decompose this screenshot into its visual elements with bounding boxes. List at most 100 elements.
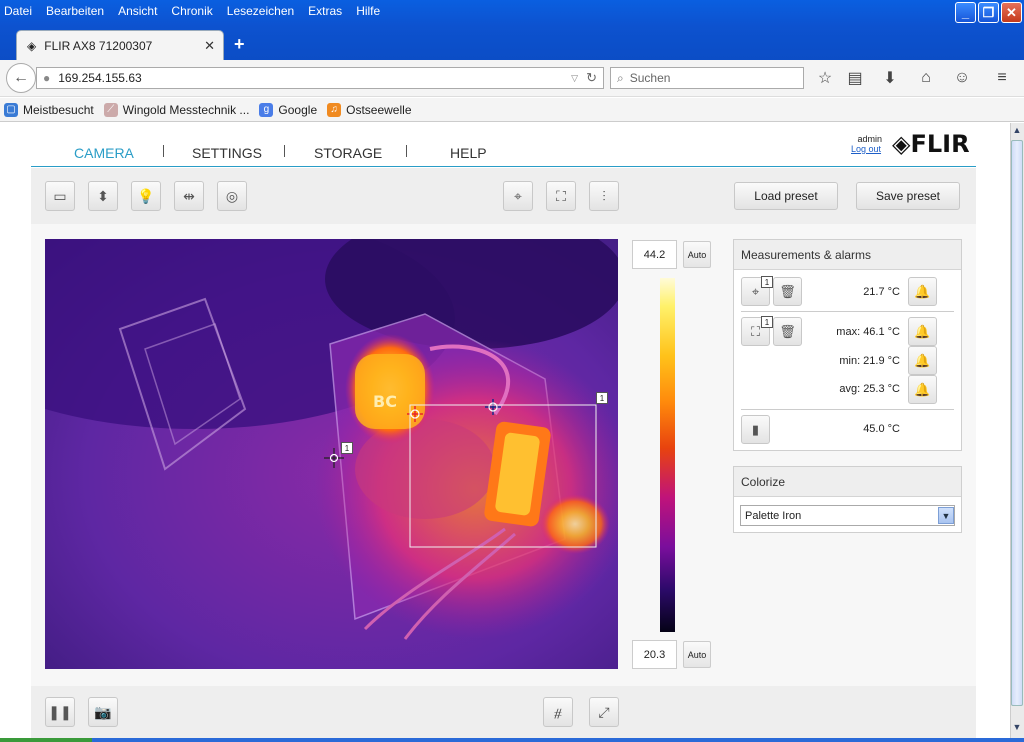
download-icon[interactable]: ⬇ — [879, 68, 901, 88]
delete-box-button[interactable]: 🗑 — [773, 317, 802, 346]
horizontal-flip-button[interactable]: ⇹ — [174, 181, 204, 211]
spot-tool-icon: ⌖ — [751, 283, 760, 299]
box-tool-button[interactable]: ⛶ — [546, 181, 576, 211]
scale-max-input[interactable]: 44.2 — [632, 240, 677, 269]
vertical-flip-icon: ⬍ — [97, 187, 109, 204]
no-overlay-icon: ⧣ — [554, 703, 562, 720]
nav-separator — [406, 145, 407, 157]
spot-alarm-button[interactable]: 🔔 — [908, 277, 937, 306]
flir-favicon-icon: ◈ — [27, 38, 37, 53]
shutter-button[interactable]: ◎ — [217, 181, 247, 211]
maximize-button[interactable]: ❐ — [978, 2, 999, 23]
bookmark-meistbesucht[interactable]: ▢ Meistbesucht — [4, 102, 94, 117]
palette-selected-value: Palette Iron — [745, 509, 802, 522]
menu-chronik[interactable]: Chronik — [171, 4, 212, 18]
dropdown-arrow-icon[interactable]: ▽ — [571, 73, 578, 84]
auto-min-button[interactable]: Auto — [683, 641, 711, 668]
box-index-label: 1 — [596, 392, 608, 404]
tab-close-icon[interactable]: ✕ — [204, 38, 215, 54]
internal-temp-button[interactable]: ▮ — [741, 415, 770, 444]
close-window-button[interactable]: ✕ — [1001, 2, 1022, 23]
google-icon: g — [259, 102, 274, 117]
tab-settings[interactable]: SETTINGS — [192, 145, 262, 161]
menu-datei[interactable]: Datei — [4, 4, 32, 18]
adjust-button[interactable]: ⫶ — [589, 181, 619, 211]
browser-tab[interactable]: ◈ FLIR AX8 71200307 ✕ — [16, 30, 224, 60]
bookmark-ostseewelle[interactable]: ♫ Ostseewelle — [327, 102, 412, 117]
scroll-down-icon[interactable]: ▼ — [1011, 722, 1023, 736]
minimize-button[interactable]: _ — [955, 2, 976, 23]
chevron-down-icon[interactable]: ▼ — [938, 507, 954, 524]
scroll-up-icon[interactable]: ▲ — [1011, 125, 1023, 139]
bell-icon: 🔔 — [914, 352, 931, 368]
internal-temp-value: 45.0 °C — [863, 423, 900, 435]
menu-ansicht[interactable]: Ansicht — [118, 4, 157, 18]
scrollbar-thumb[interactable] — [1011, 140, 1023, 706]
bell-icon: 🔔 — [914, 323, 931, 339]
thermal-image[interactable]: BC 1 1 — [45, 239, 618, 669]
box-tool-icon: ⛶ — [750, 323, 761, 339]
tab-camera[interactable]: CAMERA — [74, 145, 134, 161]
menu-hilfe[interactable]: Hilfe — [356, 4, 380, 18]
divider — [741, 409, 954, 410]
home-icon[interactable]: ⌂ — [915, 68, 937, 88]
box-min-alarm-button[interactable]: 🔔 — [908, 346, 937, 375]
url-text: 169.254.155.63 — [58, 71, 142, 85]
taskbar-edge — [0, 738, 1024, 742]
bookmark-wingold[interactable]: ⟋ Wingold Messtechnik ... — [103, 102, 249, 117]
tab-storage[interactable]: STORAGE — [314, 145, 382, 161]
scale-min-input[interactable]: 20.3 — [632, 640, 677, 669]
back-icon: ← — [13, 69, 29, 86]
load-preset-button[interactable]: Load preset — [734, 182, 838, 210]
save-preset-button[interactable]: Save preset — [856, 182, 960, 210]
palette-select[interactable]: Palette Iron — [740, 505, 955, 526]
username-label: admin — [857, 134, 882, 144]
vertical-flip-button[interactable]: ⬍ — [88, 181, 118, 211]
back-button[interactable]: ← — [6, 63, 36, 93]
box-max-value: max: 46.1 °C — [836, 326, 900, 338]
box-avg-alarm-button[interactable]: 🔔 — [908, 375, 937, 404]
bookmark-google[interactable]: g Google — [259, 102, 318, 117]
overlay-toggle-button[interactable]: ⧣ — [543, 697, 573, 727]
pause-button[interactable]: ❚❚ — [45, 697, 75, 727]
menu-extras[interactable]: Extras — [308, 4, 342, 18]
horizontal-flip-icon: ⇹ — [183, 187, 195, 204]
logout-link[interactable]: Log out — [851, 144, 881, 154]
thermometer-icon: ▮ — [751, 421, 760, 437]
image-mode-icon: ▭ — [53, 187, 67, 204]
tab-help[interactable]: HELP — [450, 145, 487, 161]
menu-icon[interactable]: ≡ — [991, 68, 1013, 88]
box-max-alarm-button[interactable]: 🔔 — [908, 317, 937, 346]
measurements-title: Measurements & alarms — [734, 240, 961, 270]
menu-lesezeichen[interactable]: Lesezeichen — [227, 4, 294, 18]
palette-scale-bar — [660, 278, 675, 632]
spot-index-badge: 1 — [761, 276, 773, 288]
image-mode-button[interactable]: ▭ — [45, 181, 75, 211]
new-tab-button[interactable]: + — [234, 34, 245, 55]
box-tool-icon: ⛶ — [556, 187, 566, 204]
search-bar[interactable]: ⌕ Suchen — [610, 67, 804, 89]
smiley-icon[interactable]: ☺ — [951, 68, 973, 88]
headphones-icon: ♫ — [327, 102, 342, 117]
menu-bearbeiten[interactable]: Bearbeiten — [46, 4, 104, 18]
auto-max-button[interactable]: Auto — [683, 241, 711, 268]
trash-icon: 🗑 — [779, 283, 796, 299]
snapshot-button[interactable]: 📷 — [88, 697, 118, 727]
spot-tool-button[interactable]: ⌖ — [503, 181, 533, 211]
nav-separator — [163, 145, 164, 157]
lamp-button[interactable]: 💡 — [131, 181, 161, 211]
url-bar[interactable]: ● 169.254.155.63 ▽ ↻ — [36, 67, 604, 89]
star-icon[interactable]: ☆ — [814, 68, 836, 88]
bell-icon: 🔔 — [914, 283, 931, 299]
tab-title: FLIR AX8 71200307 — [44, 38, 153, 53]
spot-value: 21.7 °C — [863, 286, 900, 298]
delete-spot-button[interactable]: 🗑 — [773, 277, 802, 306]
adjust-icon: ⫶ — [602, 187, 606, 204]
reading-list-icon[interactable]: ▤ — [844, 68, 866, 88]
logo-text: FLIR — [910, 130, 970, 158]
bookmark-label: Google — [278, 102, 318, 117]
fullscreen-button[interactable]: ⤢ — [589, 697, 619, 727]
camera-icon: 📷 — [94, 703, 112, 720]
reload-icon[interactable]: ↻ — [586, 70, 597, 86]
wingold-icon: ⟋ — [103, 102, 118, 117]
